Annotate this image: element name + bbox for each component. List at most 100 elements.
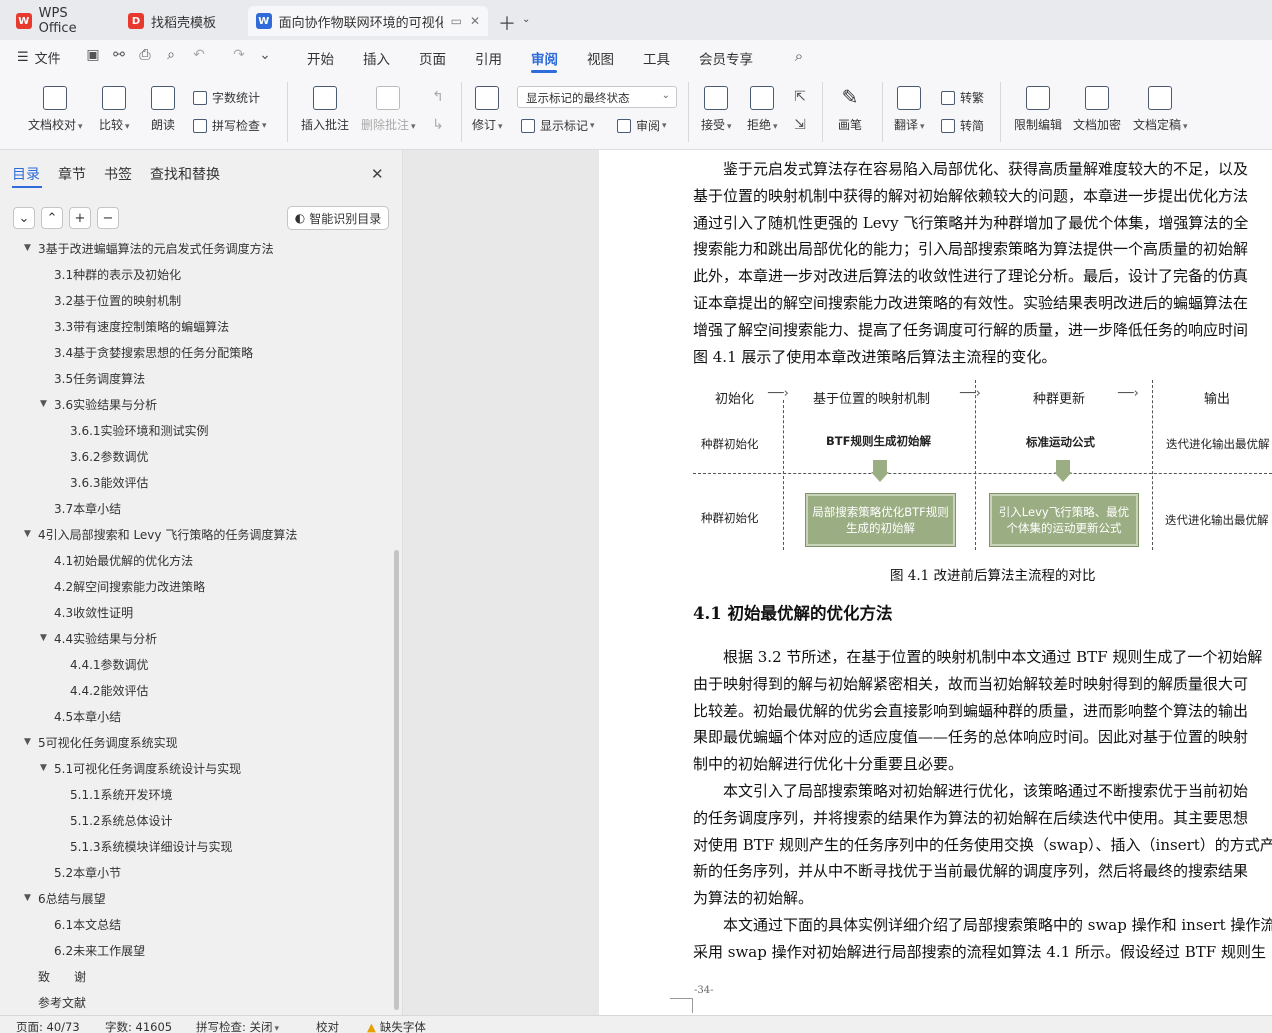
toc-item[interactable]: ▼ 5.1可视化任务调度系统设计与实现: [40, 758, 241, 778]
remove-heading-icon[interactable]: −: [97, 207, 119, 229]
expand-triangle-icon[interactable]: ▼: [40, 399, 54, 409]
print-icon[interactable]: ⎙: [136, 46, 154, 64]
menu-tools[interactable]: 工具: [643, 48, 670, 68]
toc-item[interactable]: 4.2解空间搜索能力改进策略: [40, 576, 205, 596]
nav-tab-find-replace[interactable]: 查找和替换: [150, 164, 220, 184]
spell-check-button[interactable]: 拼写检查 ▾: [193, 117, 267, 134]
tab-close-icon[interactable]: ✕: [470, 14, 480, 28]
close-icon[interactable]: ✕: [371, 165, 384, 183]
nav-scrollbar[interactable]: [394, 550, 399, 1010]
tab-docer-templates[interactable]: D 找稻壳模板: [120, 6, 242, 36]
tab-current-document[interactable]: W 面向协作物联网环境的可视化任 ▭ ✕: [248, 6, 488, 36]
toc-item[interactable]: 6.2未来工作展望: [40, 940, 145, 960]
expand-triangle-icon[interactable]: ▼: [24, 737, 38, 747]
quick-access-chevron-icon[interactable]: ⌄: [256, 46, 274, 64]
show-markup-button[interactable]: 显示标记 ▾: [521, 117, 595, 134]
smart-toc-button[interactable]: ◐ 智能识别目录: [287, 206, 389, 230]
toc-item[interactable]: ▼ 4引入局部搜索和 Levy 飞行策略的任务调度算法: [24, 524, 297, 544]
menu-references[interactable]: 引用: [475, 48, 502, 68]
toc-item[interactable]: ▼ 3.6实验结果与分析: [40, 394, 157, 414]
toc-item[interactable]: 3.6.1实验环境和测试实例: [56, 420, 209, 440]
toc-item[interactable]: ▼ 6总结与展望: [24, 888, 106, 908]
translate-button[interactable]: 翻译 ▾: [894, 86, 925, 133]
delete-comment-button[interactable]: 删除批注 ▾: [361, 86, 416, 133]
share-link-icon[interactable]: ⚯: [110, 46, 128, 64]
menu-review[interactable]: 审阅: [531, 48, 558, 68]
tab-wps-office[interactable]: W WPS Office: [8, 6, 116, 36]
menu-view[interactable]: 视图: [587, 48, 614, 68]
toc-item[interactable]: ▼ 3基于改进蝙蝠算法的元启发式任务调度方法: [24, 242, 274, 258]
menu-page[interactable]: 页面: [419, 48, 446, 68]
toc-item[interactable]: 4.1初始最优解的优化方法: [40, 550, 193, 570]
expand-triangle-icon[interactable]: ▼: [24, 893, 38, 903]
status-word-count[interactable]: 字数: 41605: [105, 1019, 172, 1033]
nav-tab-toc[interactable]: 目录: [12, 164, 40, 184]
review-pane-button[interactable]: 审阅 ▾: [617, 117, 667, 134]
read-aloud-button[interactable]: 朗读: [151, 86, 175, 133]
toc-item[interactable]: 3.5任务调度算法: [40, 368, 145, 388]
toc-item[interactable]: 3.3带有速度控制策略的蝙蝠算法: [40, 316, 229, 336]
expand-triangle-icon[interactable]: ▼: [40, 763, 54, 773]
toc-item[interactable]: 4.3收敛性证明: [40, 602, 133, 622]
add-heading-icon[interactable]: +: [69, 207, 91, 229]
new-tab-chevron-icon[interactable]: ⌄: [522, 14, 530, 25]
accept-button[interactable]: 接受 ▾: [701, 86, 732, 133]
toc-item[interactable]: 参考文献: [24, 992, 86, 1012]
status-missing-font[interactable]: ▲ 缺失字体: [367, 1019, 426, 1033]
print-preview-icon[interactable]: ⌕: [162, 46, 180, 64]
redo-icon[interactable]: ↷: [230, 46, 248, 64]
encrypt-button[interactable]: 文档加密: [1073, 86, 1121, 133]
toc-item[interactable]: 3.4基于贪婪搜索思想的任务分配策略: [40, 342, 253, 362]
nav-tab-bookmarks[interactable]: 书签: [104, 164, 132, 184]
expand-triangle-icon[interactable]: ▼: [40, 633, 54, 643]
finalize-button[interactable]: 文档定稿 ▾: [1133, 86, 1188, 133]
compare-button[interactable]: 比较 ▾: [99, 86, 130, 133]
next-comment-icon[interactable]: ↳: [429, 116, 447, 134]
menu-home[interactable]: 开始: [307, 48, 334, 68]
word-count-button[interactable]: 字数统计: [193, 89, 260, 106]
expand-up-icon[interactable]: ⌃: [41, 207, 63, 229]
toc-item[interactable]: 3.6.3能效评估: [56, 472, 149, 492]
prev-change-icon[interactable]: ⇱: [791, 88, 809, 106]
undo-icon[interactable]: ↶: [190, 46, 208, 64]
toc-item[interactable]: 5.2本章小节: [40, 862, 121, 882]
toc-item[interactable]: 3.1种群的表示及初始化: [40, 264, 181, 284]
tab-window-icon[interactable]: ▭: [451, 14, 462, 28]
toc-item[interactable]: ▼ 4.4实验结果与分析: [40, 628, 157, 648]
new-tab-plus-icon[interactable]: ＋: [498, 10, 516, 36]
toc-item[interactable]: 3.7本章小结: [40, 498, 121, 518]
reject-button[interactable]: 拒绝 ▾: [747, 86, 778, 133]
expand-triangle-icon[interactable]: ▼: [24, 529, 38, 539]
toc-item[interactable]: 5.1.3系统模块详细设计与实现: [56, 836, 233, 856]
prev-comment-icon[interactable]: ↰: [429, 88, 447, 106]
expand-triangle-icon[interactable]: ▼: [24, 243, 38, 253]
toc-item[interactable]: 3.6.2参数调优: [56, 446, 149, 466]
doc-check-button[interactable]: 文档校对 ▾: [28, 86, 83, 133]
search-icon[interactable]: ⌕: [790, 47, 808, 65]
status-proofread[interactable]: 校对: [316, 1019, 339, 1033]
toc-item[interactable]: 6.1本文总结: [40, 914, 121, 934]
status-spell-check[interactable]: 拼写检查: 关闭 ▾: [196, 1019, 279, 1033]
pen-button[interactable]: ✎ 画笔: [838, 86, 862, 133]
insert-comment-button[interactable]: 插入批注: [301, 86, 349, 133]
toc-item[interactable]: 5.1.2系统总体设计: [56, 810, 173, 830]
toc-item[interactable]: 致 谢: [24, 966, 86, 986]
markup-state-select[interactable]: 显示标记的最终状态 ⌄: [517, 86, 677, 108]
toc-item[interactable]: 4.4.2能效评估: [56, 680, 149, 700]
save-icon[interactable]: ▣: [84, 46, 102, 64]
to-traditional-button[interactable]: 转繁: [941, 89, 984, 106]
toc-item[interactable]: 4.5本章小结: [40, 706, 121, 726]
collapse-all-icon[interactable]: ⌄: [13, 207, 35, 229]
toc-item[interactable]: ▼ 5可视化任务调度系统实现: [24, 732, 178, 752]
toc-item[interactable]: 5.1.1系统开发环境: [56, 784, 173, 804]
revise-button[interactable]: 修订 ▾: [472, 86, 503, 133]
nav-tab-chapters[interactable]: 章节: [58, 164, 86, 184]
toc-item[interactable]: 4.4.1参数调优: [56, 654, 149, 674]
to-simplified-button[interactable]: 转简: [941, 117, 984, 134]
next-change-icon[interactable]: ⇲: [791, 116, 809, 134]
menu-insert[interactable]: 插入: [363, 48, 390, 68]
file-menu[interactable]: ☰ 文件: [17, 48, 61, 67]
menu-member[interactable]: 会员专享: [699, 48, 753, 68]
status-page[interactable]: 页面: 40/73: [16, 1019, 80, 1033]
restrict-edit-button[interactable]: 限制编辑: [1014, 86, 1062, 133]
